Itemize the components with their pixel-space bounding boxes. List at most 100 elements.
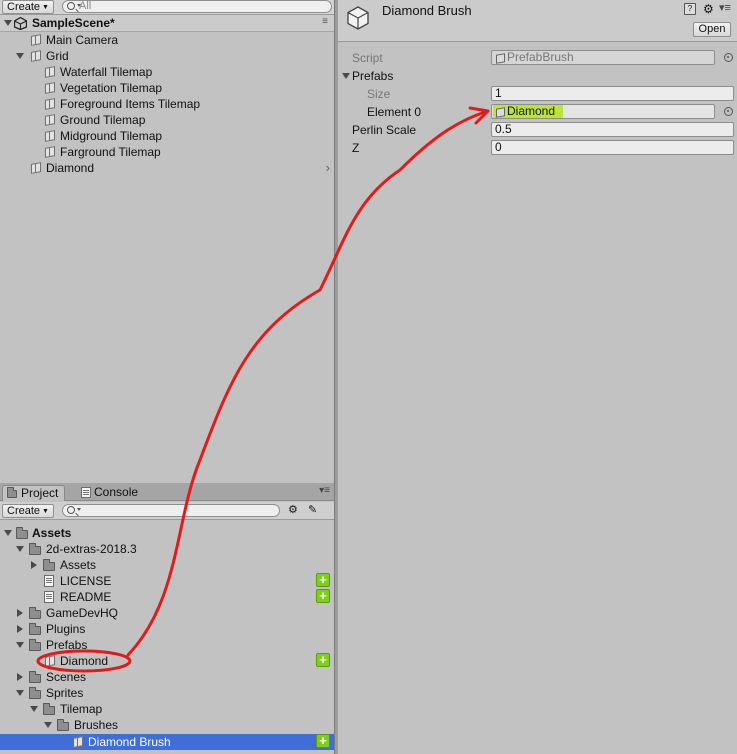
expand-arrow-icon[interactable] <box>16 642 24 648</box>
hierarchy-item-waterfall-tilemap[interactable]: Waterfall Tilemap <box>44 64 152 80</box>
item-label: GameDevHQ <box>46 606 119 620</box>
tab-label: Console <box>94 485 139 499</box>
project-search-input[interactable] <box>62 504 280 517</box>
prefabs-foldout[interactable]: Prefabs <box>340 68 393 84</box>
item-label: Sprites <box>46 686 84 700</box>
item-label: Ground Tilemap <box>60 113 146 127</box>
folder-icon <box>16 527 28 539</box>
project-item-assets-root[interactable]: Assets <box>4 525 71 541</box>
folder-icon <box>29 671 41 683</box>
hierarchy-item-ground-tilemap[interactable]: Ground Tilemap <box>44 112 145 128</box>
project-item-tilemap[interactable]: Tilemap <box>30 701 102 717</box>
collapse-arrow-icon[interactable] <box>17 625 23 633</box>
project-item-diamond-brush[interactable]: Diamond Brush <box>72 734 171 750</box>
hierarchy-item-grid[interactable]: Grid <box>16 48 69 64</box>
project-item-diamond-prefab[interactable]: Diamond <box>44 653 108 669</box>
project-create-button[interactable]: Create ▼ <box>2 504 54 518</box>
scene-header[interactable]: SampleScene* ≡ <box>0 15 334 32</box>
hierarchy-item-main-camera[interactable]: Main Camera <box>30 32 118 48</box>
item-label: Prefabs <box>46 638 88 652</box>
chevron-right-icon[interactable]: › <box>326 160 330 176</box>
hierarchy-search-input[interactable]: All <box>62 0 332 13</box>
item-label: LICENSE <box>60 574 112 588</box>
add-green-plus-icon[interactable]: + <box>316 653 330 667</box>
size-field[interactable]: 1 <box>491 86 734 101</box>
tab-project[interactable]: Project <box>2 485 66 501</box>
object-picker-icon[interactable] <box>724 107 733 116</box>
add-green-plus-icon[interactable]: + <box>316 573 330 587</box>
expand-arrow-icon[interactable] <box>16 546 24 552</box>
size-label: Size <box>367 87 391 101</box>
z-field[interactable]: 0 <box>491 140 734 155</box>
add-green-plus-icon[interactable]: + <box>316 734 330 748</box>
project-panel: Project Console ▾≡ Create ▼ ⚙ ✎ Assets 2d… <box>0 483 334 754</box>
project-item-prefabs[interactable]: Prefabs <box>16 637 87 653</box>
expand-arrow-icon[interactable] <box>16 53 24 59</box>
project-item-sprites[interactable]: Sprites <box>16 685 83 701</box>
settings-gear-icon[interactable]: ⚙ <box>703 2 714 16</box>
dropdown-caret-icon: ▼ <box>42 4 49 11</box>
project-item-2d-extras[interactable]: 2d-extras-2018.3 <box>16 541 137 557</box>
tab-console[interactable]: Console <box>76 485 144 501</box>
collapse-arrow-icon[interactable] <box>31 561 37 569</box>
create-label: Create <box>7 505 41 517</box>
item-label: Tilemap <box>60 702 103 716</box>
project-item-readme[interactable]: README <box>44 589 111 605</box>
collapse-arrow-icon[interactable] <box>17 673 23 681</box>
hierarchy-item-midground-tilemap[interactable]: Midground Tilemap <box>44 128 162 144</box>
hierarchy-item-diamond[interactable]: Diamond › <box>30 160 330 176</box>
header-more-icon[interactable]: ▾≡ <box>719 1 731 14</box>
gameobject-icon <box>44 131 54 141</box>
gameobject-icon <box>30 51 40 61</box>
gameobject-icon <box>44 147 54 157</box>
collapse-arrow-icon[interactable] <box>17 609 23 617</box>
element0-value: Diamond <box>507 104 556 118</box>
folder-icon <box>29 639 41 651</box>
hierarchy-item-farground-tilemap[interactable]: Farground Tilemap <box>44 144 161 160</box>
text-file-icon <box>44 591 54 603</box>
project-item-brushes[interactable]: Brushes <box>44 717 118 733</box>
expand-arrow-icon[interactable] <box>342 73 350 79</box>
script-label: Script <box>352 51 383 65</box>
item-label: Diamond Brush <box>88 735 171 749</box>
expand-arrow-icon[interactable] <box>44 722 52 728</box>
item-label: Scenes <box>46 670 87 684</box>
hierarchy-item-vegetation-tilemap[interactable]: Vegetation Tilemap <box>44 80 162 96</box>
gameobject-icon <box>30 35 40 45</box>
expand-arrow-icon[interactable] <box>4 20 12 26</box>
element0-field[interactable]: Diamond <box>491 104 715 119</box>
filter-by-label-icon[interactable]: ✎ <box>308 503 322 517</box>
element0-label: Element 0 <box>367 105 422 119</box>
project-item-gamedevhq[interactable]: GameDevHQ <box>16 605 118 621</box>
search-icon <box>67 506 81 514</box>
help-book-icon[interactable]: ? <box>684 3 696 15</box>
object-picker-icon <box>724 53 733 62</box>
open-button[interactable]: Open <box>693 22 731 37</box>
prefabs-label: Prefabs <box>352 69 394 83</box>
dropdown-caret-icon: ▼ <box>42 508 49 515</box>
expand-arrow-icon[interactable] <box>30 706 38 712</box>
item-label: Waterfall Tilemap <box>60 65 153 79</box>
filter-by-type-icon[interactable]: ⚙ <box>288 503 302 517</box>
item-label: Diamond <box>46 161 95 175</box>
project-item-plugins[interactable]: Plugins <box>16 621 85 637</box>
expand-arrow-icon[interactable] <box>16 690 24 696</box>
folder-icon <box>29 687 41 699</box>
console-icon <box>81 487 91 498</box>
hierarchy-item-foreground-items-tilemap[interactable]: Foreground Items Tilemap <box>44 96 200 112</box>
hierarchy-create-button[interactable]: Create ▼ <box>2 0 54 14</box>
item-label: Plugins <box>46 622 86 636</box>
project-item-license[interactable]: LICENSE <box>44 573 111 589</box>
unity-scene-icon <box>14 17 27 30</box>
panel-menu-icon[interactable]: ▾≡ <box>319 485 330 496</box>
gameobject-icon <box>44 99 54 109</box>
add-green-plus-icon[interactable]: + <box>316 589 330 603</box>
project-item-assets-sub[interactable]: Assets <box>30 557 96 573</box>
scene-menu-icon[interactable]: ≡ <box>322 16 328 27</box>
gameobject-icon <box>44 83 54 93</box>
z-label: Z <box>352 141 360 155</box>
perlin-scale-field[interactable]: 0.5 <box>491 122 734 137</box>
project-item-scenes[interactable]: Scenes <box>16 669 86 685</box>
expand-arrow-icon[interactable] <box>4 530 12 536</box>
script-value: PrefabBrush <box>507 50 574 64</box>
